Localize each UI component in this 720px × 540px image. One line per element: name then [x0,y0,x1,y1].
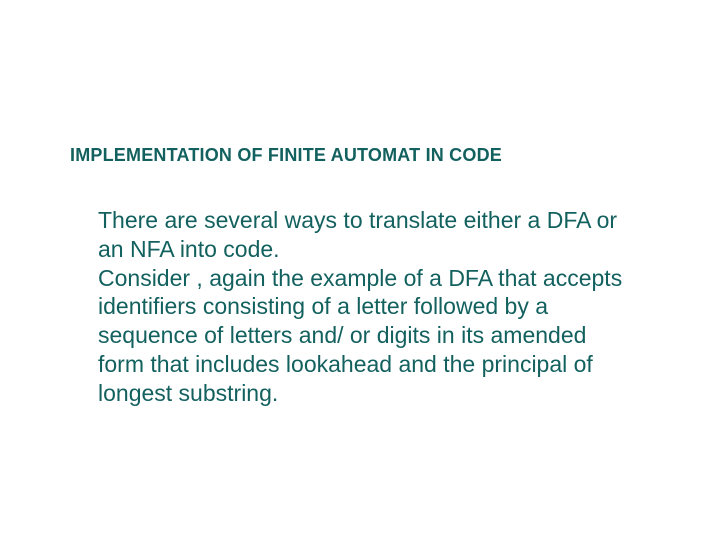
slide-container: IMPLEMENTATION OF FINITE AUTOMAT IN CODE… [0,0,720,540]
body-paragraph-1: There are several ways to translate eith… [98,206,630,264]
slide-body: There are several ways to translate eith… [70,206,650,407]
slide-heading: IMPLEMENTATION OF FINITE AUTOMAT IN CODE [70,145,650,166]
body-paragraph-2: Consider , again the example of a DFA th… [98,264,630,408]
